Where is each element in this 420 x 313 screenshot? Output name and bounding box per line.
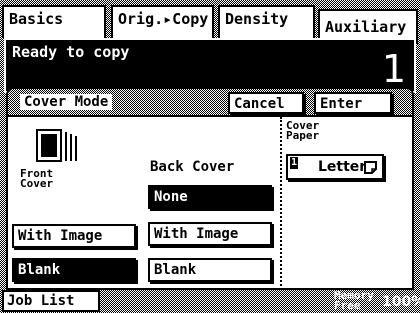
front-with-image-button[interactable]: With Image <box>12 224 136 248</box>
back-cover-label: Back Cover <box>150 159 235 175</box>
cover-paper-label-2: Paper <box>286 129 320 142</box>
cover-paper-button[interactable]: 1 Letter <box>286 154 384 180</box>
status-display: Ready to copy 1 <box>4 38 416 93</box>
back-blank-button[interactable]: Blank <box>148 258 272 282</box>
tab-density[interactable]: Density <box>218 5 315 38</box>
tray-number: 1 <box>290 157 299 169</box>
document-stack-icon <box>36 129 77 162</box>
cover-mode-panel: Cover Mode Cancel Enter Front Cover With… <box>6 87 414 290</box>
mode-header: Cover Mode Cancel Enter <box>8 89 412 117</box>
front-cover-label-2: Cover <box>20 177 54 190</box>
memory-label: Memory Free <box>334 290 374 312</box>
copy-count: 1 <box>381 47 406 91</box>
memory-free-value: 100% <box>382 294 420 310</box>
back-none-button[interactable]: None <box>148 185 272 209</box>
memory-label-2: Free <box>334 299 361 312</box>
front-blank-button[interactable]: Blank <box>12 258 136 282</box>
status-message: Ready to copy <box>12 43 130 61</box>
paper-size-label: Letter <box>318 159 367 175</box>
enter-button[interactable]: Enter <box>314 92 392 114</box>
paper-orientation-icon <box>364 161 377 174</box>
tab-orig-copy[interactable]: Orig.▸Copy <box>111 5 214 38</box>
back-with-image-button[interactable]: With Image <box>148 222 272 246</box>
cancel-button[interactable]: Cancel <box>228 92 304 114</box>
tab-basics[interactable]: Basics <box>2 5 106 38</box>
job-list-button[interactable]: Job List <box>2 290 100 312</box>
column-divider <box>280 117 282 288</box>
mode-title: Cover Mode <box>20 94 113 110</box>
